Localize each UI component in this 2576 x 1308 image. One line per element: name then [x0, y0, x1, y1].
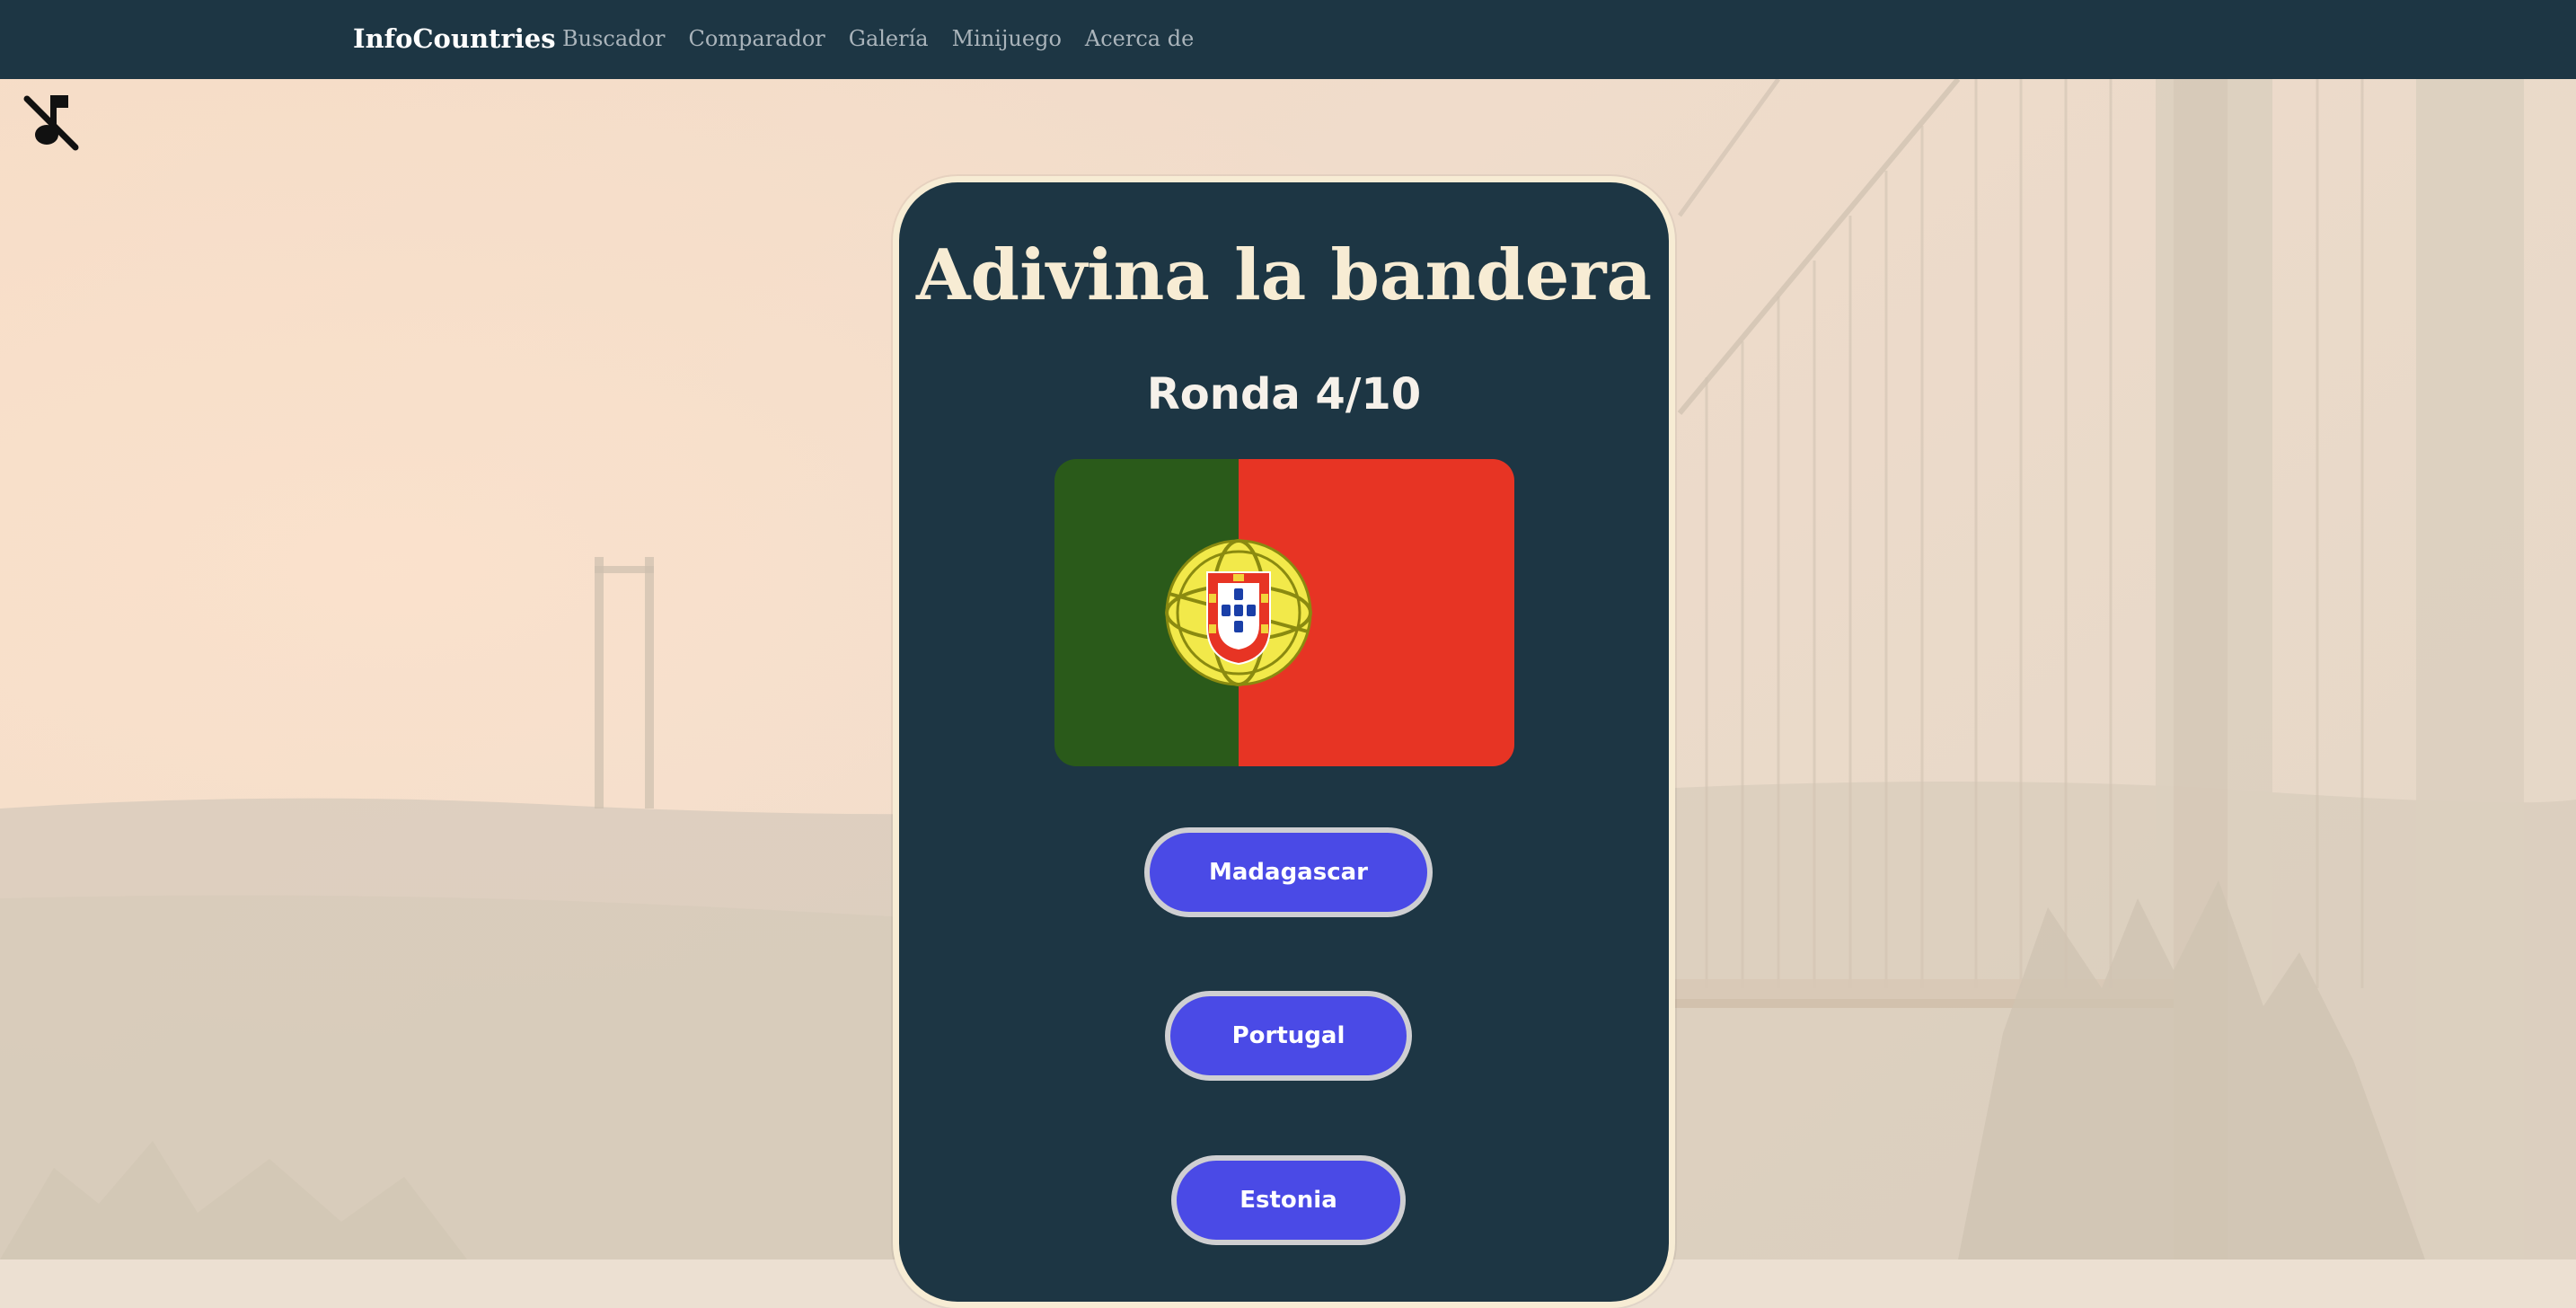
nav-link-minijuego[interactable]: Minijuego [952, 20, 1062, 57]
music-toggle-button[interactable] [23, 92, 79, 153]
music-off-icon [23, 95, 79, 151]
portugal-flag-icon [1054, 459, 1514, 766]
game-card: Adivina la bandera Ronda 4/10 Madagascar… [893, 176, 1675, 1308]
brand-logo[interactable]: InfoCountries [353, 18, 556, 59]
nav-link-buscador[interactable]: Buscador [562, 20, 665, 57]
option-button-madagascar[interactable]: Madagascar [1144, 827, 1433, 917]
round-counter: Ronda 4/10 [1146, 369, 1422, 420]
game-title: Adivina la bandera [916, 234, 1652, 316]
flag-image [1054, 459, 1514, 766]
navbar: InfoCountries Buscador Comparador Galerí… [0, 0, 2576, 79]
option-button-portugal[interactable]: Portugal [1165, 991, 1412, 1081]
nav-link-galeria[interactable]: Galería [849, 20, 929, 57]
option-button-estonia[interactable]: Estonia [1171, 1155, 1406, 1245]
nav-links: Buscador Comparador Galería Minijuego Ac… [562, 20, 1194, 57]
nav-link-acerca-de[interactable]: Acerca de [1085, 20, 1194, 57]
nav-link-comparador[interactable]: Comparador [688, 20, 825, 57]
